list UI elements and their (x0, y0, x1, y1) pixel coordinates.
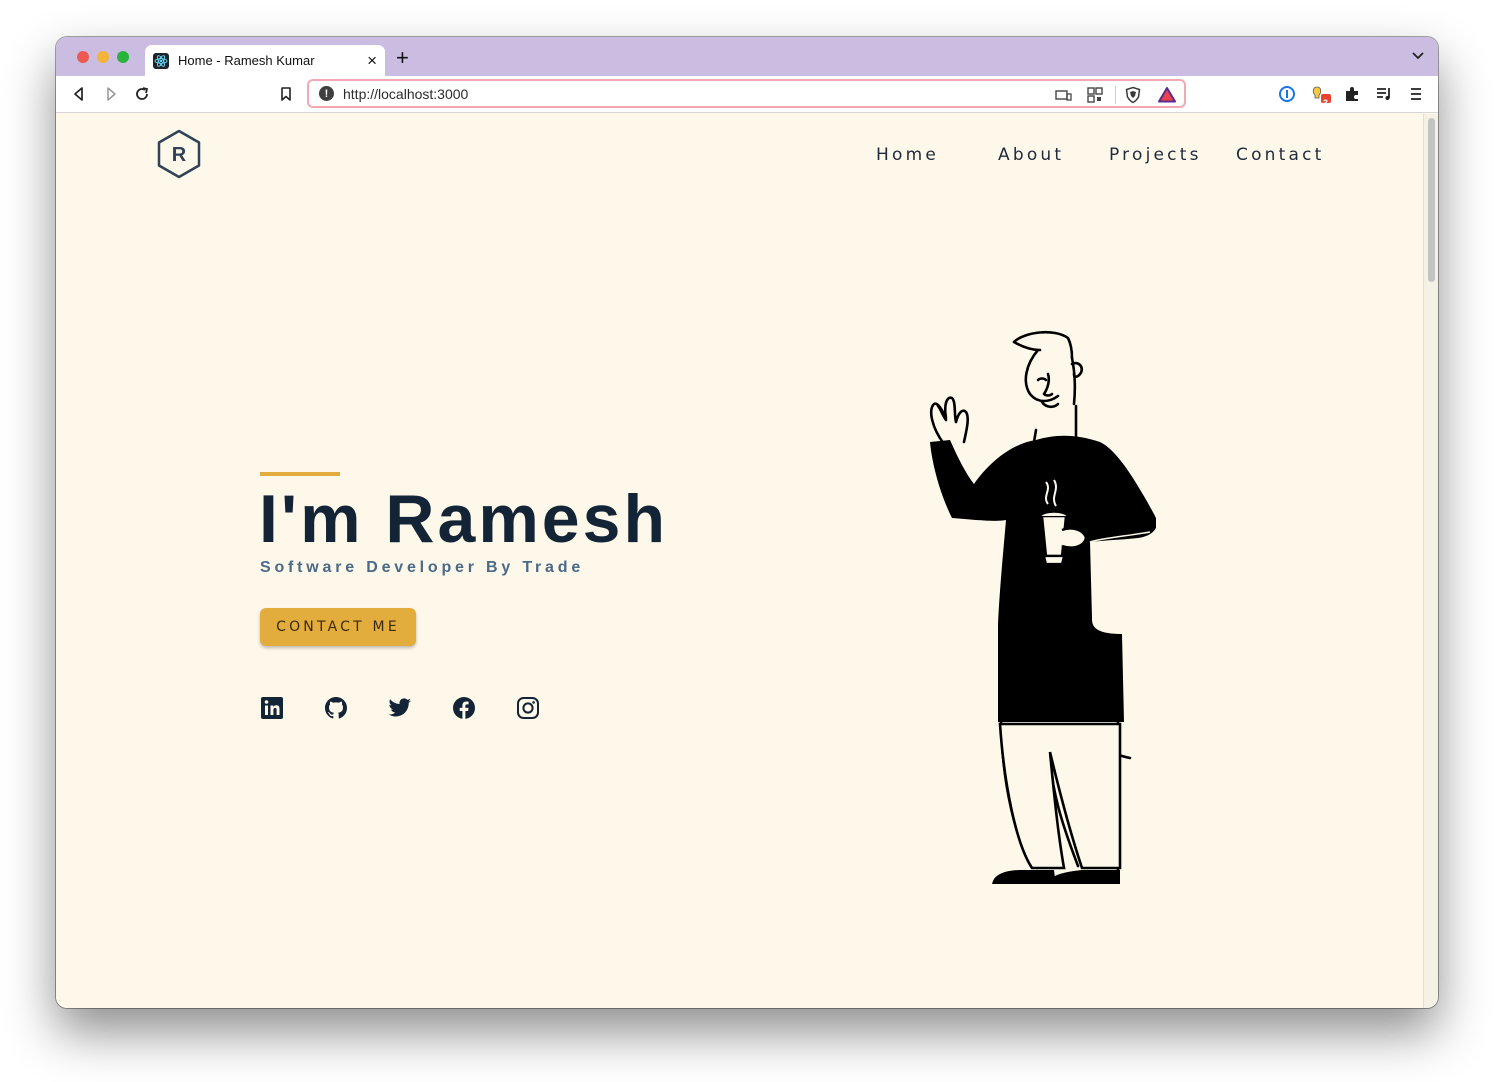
password-manager-icon[interactable] (1278, 85, 1296, 103)
tab-strip: Home - Ramesh Kumar × + (56, 37, 1438, 76)
nav-home-link[interactable]: Home (876, 145, 939, 165)
address-bar[interactable]: ! http://localhost:3000 (307, 79, 1186, 108)
bookmark-icon[interactable] (277, 85, 295, 103)
linkedin-icon[interactable] (260, 696, 284, 720)
url-text: http://localhost:3000 (343, 85, 469, 102)
github-icon[interactable] (324, 696, 348, 720)
contact-me-button[interactable]: CONTACT ME (260, 608, 416, 646)
tab-title: Home - Ramesh Kumar (178, 53, 315, 68)
site-logo[interactable]: R (156, 129, 202, 179)
brave-rewards-icon[interactable] (1158, 86, 1176, 104)
window-close-button[interactable] (77, 51, 89, 63)
forward-icon[interactable] (102, 85, 120, 103)
extension-lightbulb-icon[interactable] (1311, 85, 1333, 103)
browser-window: Home - Ramesh Kumar × + ! http://localho… (56, 37, 1438, 1008)
twitter-icon[interactable] (388, 696, 412, 720)
react-favicon-icon (153, 52, 169, 69)
window-minimize-button[interactable] (97, 51, 109, 63)
qr-code-icon[interactable] (1086, 86, 1104, 104)
reading-list-icon[interactable] (1375, 85, 1393, 103)
extension-badge: 3 (1323, 98, 1329, 108)
browser-toolbar: ! http://localhost:3000 3 (56, 76, 1438, 113)
waving-man-illustration (930, 330, 1156, 884)
site-info-icon[interactable]: ! (319, 86, 334, 101)
nav-contact-link[interactable]: Contact (1236, 145, 1325, 165)
scrollbar-thumb[interactable] (1428, 118, 1435, 282)
page-viewport: R Home About Projects Contact I'm Ramesh… (56, 114, 1423, 1008)
page-scrollbar[interactable] (1423, 114, 1438, 1008)
nav-about-link[interactable]: About (998, 145, 1064, 165)
urlbar-divider (1115, 86, 1116, 104)
back-icon[interactable] (70, 85, 88, 103)
extensions-puzzle-icon[interactable] (1343, 85, 1361, 103)
active-tab[interactable]: Home - Ramesh Kumar × (145, 45, 385, 76)
brave-shields-icon[interactable] (1124, 86, 1142, 104)
nav-projects-link[interactable]: Projects (1109, 145, 1202, 165)
new-tab-button[interactable]: + (396, 47, 409, 69)
cast-device-icon[interactable] (1054, 86, 1072, 104)
instagram-icon[interactable] (516, 696, 540, 720)
facebook-icon[interactable] (452, 696, 476, 720)
tab-list-chevron-icon[interactable] (1412, 51, 1424, 61)
menu-icon[interactable] (1407, 85, 1425, 103)
hero-title: I'm Ramesh (259, 481, 668, 557)
hero-subtitle: Software Developer By Trade (260, 559, 585, 576)
title-accent-line (260, 472, 340, 476)
logo-letter: R (172, 144, 187, 166)
tab-close-icon[interactable]: × (367, 52, 377, 69)
reload-icon[interactable] (133, 85, 151, 103)
window-maximize-button[interactable] (117, 51, 129, 63)
